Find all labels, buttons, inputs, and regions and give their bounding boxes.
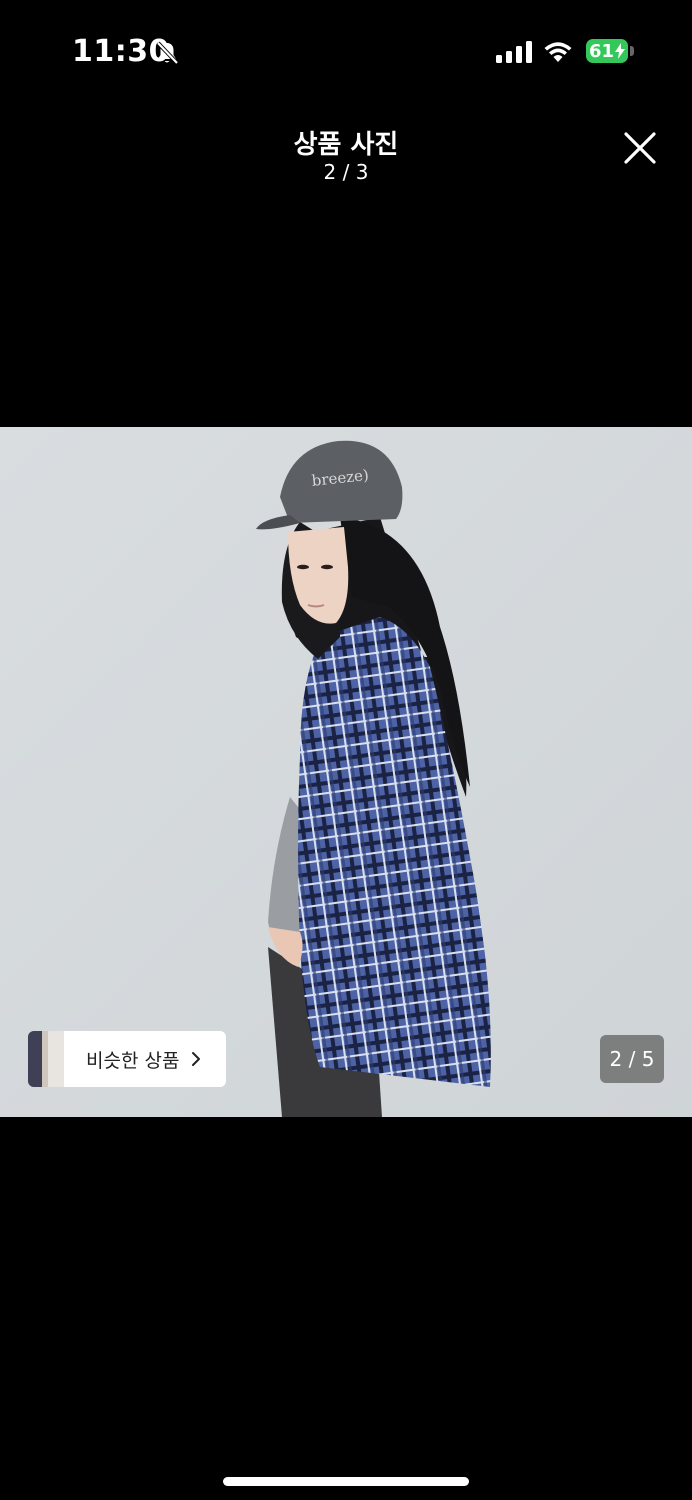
battery-indicator: 61 bbox=[586, 39, 628, 63]
product-image: breeze) bbox=[0, 427, 692, 1117]
similar-items-label: 비슷한 상품 bbox=[86, 1049, 180, 1072]
status-bar: 11:30 61 bbox=[0, 0, 692, 100]
signal-icon bbox=[496, 41, 532, 63]
chevron-right-icon bbox=[192, 1052, 201, 1066]
battery-level: 61 bbox=[588, 40, 615, 62]
similar-item-thumbnail bbox=[28, 1031, 64, 1087]
similar-items-button[interactable]: 비슷한 상품 bbox=[28, 1031, 226, 1087]
charging-bolt-icon bbox=[615, 43, 626, 59]
wifi-icon bbox=[544, 42, 572, 62]
image-page-indicator: 2 / 5 bbox=[600, 1035, 664, 1083]
page-title: 상품 사진 bbox=[293, 130, 399, 160]
close-icon bbox=[624, 132, 656, 164]
photo-counter: 2 / 3 bbox=[323, 160, 369, 184]
close-button[interactable] bbox=[618, 126, 662, 170]
product-photo[interactable]: breeze) bbox=[0, 427, 692, 1117]
battery-tip bbox=[630, 46, 634, 56]
bell-slash-icon bbox=[156, 41, 179, 65]
home-indicator[interactable] bbox=[223, 1477, 469, 1486]
